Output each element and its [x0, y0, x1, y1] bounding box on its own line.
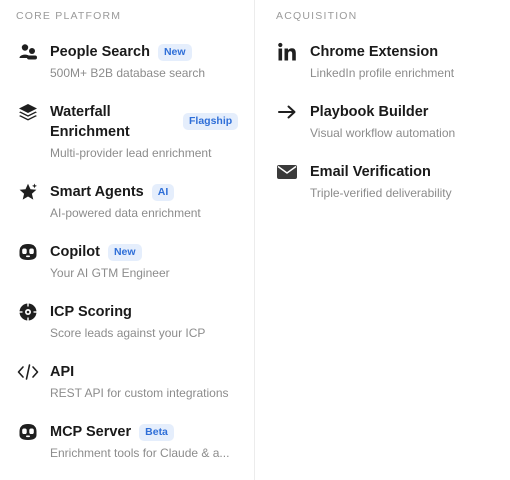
menu-item-title: Smart Agents	[50, 184, 144, 200]
menu-item-description: Your AI GTM Engineer	[50, 266, 170, 280]
menu-item-title: Chrome Extension	[310, 44, 439, 60]
layers-icon	[17, 101, 39, 123]
menu-item-people-search[interactable]: People Search New 500M+ B2B database sea…	[0, 40, 254, 84]
section-title-core-platform: CORE PLATFORM	[16, 10, 122, 22]
arrow-right-icon	[276, 101, 298, 123]
section-title-acquisition: ACQUISITION	[276, 10, 358, 22]
sparkle-star-icon	[17, 181, 39, 203]
menu-item-title: ICP Scoring	[50, 304, 132, 320]
menu-item-chrome-extension[interactable]: Chrome Extension LinkedIn profile enrich…	[256, 40, 510, 84]
menu-item-title: People Search	[50, 44, 150, 60]
menu-item-waterfall-enrichment[interactable]: Waterfall Enrichment Flagship Multi-prov…	[0, 100, 254, 164]
code-icon	[17, 361, 39, 383]
menu-item-description: Multi-provider lead enrichment	[50, 146, 212, 160]
ai-badge: AI	[151, 183, 175, 201]
copilot-icon	[17, 241, 39, 263]
mcp-icon	[17, 421, 39, 443]
linkedin-icon	[276, 41, 298, 63]
menu-item-description: 500M+ B2B database search	[50, 66, 206, 80]
menu-item-api[interactable]: API REST API for custom integrations	[0, 360, 254, 404]
target-icon	[17, 301, 39, 323]
envelope-icon	[276, 161, 298, 183]
menu-item-description: AI-powered data enrichment	[50, 206, 201, 220]
menu-item-smart-agents[interactable]: Smart Agents AI AI-powered data enrichme…	[0, 180, 254, 224]
people-icon	[17, 41, 39, 63]
new-badge: New	[157, 43, 192, 61]
products-dropdown-menu: CORE PLATFORM People Search New 500M+ B2…	[0, 0, 510, 480]
menu-item-description: Score leads against your ICP	[50, 326, 206, 340]
menu-item-description: REST API for custom integrations	[50, 386, 229, 400]
menu-item-title: MCP Server	[50, 424, 132, 440]
menu-item-description: Enrichment tools for Claude & a...	[50, 446, 230, 460]
menu-item-playbook-builder[interactable]: Playbook Builder Visual workflow automat…	[256, 100, 510, 144]
menu-item-copilot[interactable]: Copilot New Your AI GTM Engineer	[0, 240, 254, 284]
new-badge: New	[107, 243, 142, 261]
menu-item-email-verification[interactable]: Email Verification Triple-verified deliv…	[256, 160, 510, 204]
flagship-badge: Flagship	[183, 113, 239, 130]
column-divider	[254, 0, 255, 480]
menu-item-title: Waterfall Enrichment	[50, 104, 130, 140]
acquisition-column: ACQUISITION Chrome Extension LinkedIn pr…	[256, 0, 510, 480]
menu-item-description: Triple-verified deliverability	[310, 186, 452, 200]
menu-item-description: LinkedIn profile enrichment	[310, 66, 455, 80]
menu-item-mcp-server[interactable]: MCP Server Beta Enrichment tools for Cla…	[0, 420, 254, 464]
beta-badge: Beta	[139, 423, 174, 441]
menu-item-icp-scoring[interactable]: ICP Scoring Score leads against your ICP	[0, 300, 254, 344]
core-platform-column: CORE PLATFORM People Search New 500M+ B2…	[0, 0, 254, 480]
menu-item-title: Email Verification	[310, 164, 431, 180]
menu-item-description: Visual workflow automation	[310, 126, 456, 140]
menu-item-title: API	[50, 364, 75, 380]
menu-item-title: Playbook Builder	[310, 104, 429, 120]
menu-item-title: Copilot	[50, 244, 100, 260]
